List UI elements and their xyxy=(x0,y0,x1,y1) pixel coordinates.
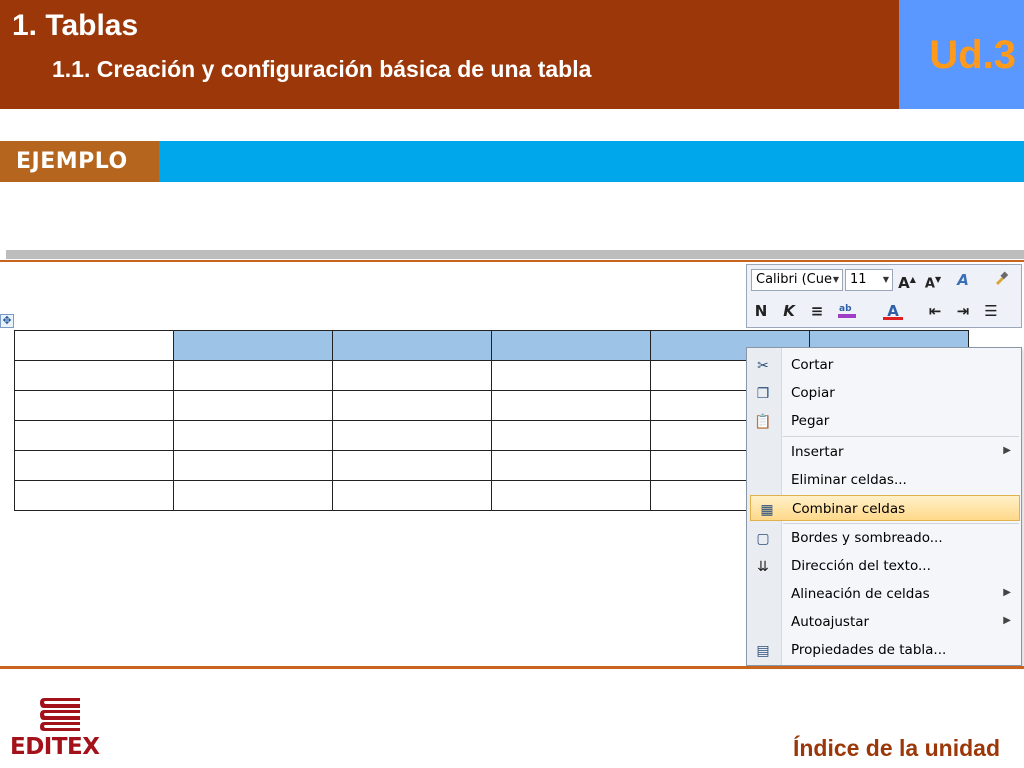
menu-item-combinar-celdas[interactable]: ▦ Combinar celdas xyxy=(750,495,1020,521)
header-bar: 1. Tablas 1.1. Creación y configuración … xyxy=(0,0,899,109)
menu-item-label: Bordes y sombreado... xyxy=(791,530,943,546)
table-cell-selected[interactable] xyxy=(332,330,492,361)
table-cell[interactable] xyxy=(332,480,492,511)
editex-logo-mark-icon xyxy=(40,698,80,731)
menu-item-label: Propiedades de tabla... xyxy=(791,642,947,658)
menu-item-eliminar-celdas[interactable]: Eliminar celdas... xyxy=(747,467,1021,493)
menu-item-bordes-sombreado[interactable]: ▢ Bordes y sombreado... xyxy=(747,525,1021,551)
logo-text: EDITEX xyxy=(10,734,100,760)
section-title: 1. Tablas xyxy=(12,9,139,42)
mini-toolbar: Calibri (Cue ▼ 11 ▼ A▲ A▼ A N K ≡ ab A ⇤… xyxy=(746,264,1022,328)
example-label: EJEMPLO xyxy=(0,141,159,182)
table-cell[interactable] xyxy=(173,420,333,451)
unit-badge: Ud.3 xyxy=(899,0,1024,109)
submenu-arrow-icon: ▶ xyxy=(1003,615,1011,626)
divider-bottom xyxy=(0,666,1024,669)
table-cell[interactable] xyxy=(173,480,333,511)
bullets-icon[interactable]: ☰ xyxy=(981,301,1001,321)
divider-top xyxy=(0,260,1024,262)
table-cell[interactable] xyxy=(332,360,492,391)
submenu-arrow-icon: ▶ xyxy=(1003,587,1011,598)
menu-item-pegar[interactable]: 📋 Pegar xyxy=(747,408,1021,434)
menu-item-label: Pegar xyxy=(791,413,830,429)
menu-item-label: Autoajustar xyxy=(791,614,870,630)
menu-item-direccion-texto[interactable]: ⇊ Dirección del texto... xyxy=(747,553,1021,579)
context-menu: ✂ Cortar ❐ Copiar 📋 Pegar Insertar ▶ Eli… xyxy=(746,347,1022,666)
menu-item-label: Dirección del texto... xyxy=(791,558,931,574)
table-cell-selected[interactable] xyxy=(491,330,651,361)
shrink-font-icon[interactable]: A▼ xyxy=(923,270,943,294)
font-name-value: Calibri (Cue xyxy=(756,272,832,287)
table-cell[interactable] xyxy=(491,360,651,391)
table-cell[interactable] xyxy=(173,390,333,421)
increase-indent-icon[interactable]: ⇥ xyxy=(953,301,973,321)
table-cell[interactable] xyxy=(491,390,651,421)
unit-label: Ud.3 xyxy=(929,33,1016,77)
menu-item-label: Eliminar celdas... xyxy=(791,472,907,488)
table-cell[interactable] xyxy=(14,360,174,391)
bold-icon[interactable]: N xyxy=(751,301,771,321)
font-color-icon[interactable]: A xyxy=(883,301,903,320)
menu-item-alineacion-celdas[interactable]: Alineación de celdas ▶ xyxy=(747,581,1021,607)
table-cell[interactable] xyxy=(14,450,174,481)
table-cell[interactable] xyxy=(332,420,492,451)
menu-item-label: Copiar xyxy=(791,385,835,401)
submenu-arrow-icon: ▶ xyxy=(1003,445,1011,456)
font-name-dropdown[interactable]: Calibri (Cue ▼ xyxy=(751,269,843,291)
highlight-icon[interactable]: ab xyxy=(837,301,857,324)
table-cell[interactable] xyxy=(173,450,333,481)
italic-icon[interactable]: K xyxy=(779,301,799,321)
menu-item-label: Combinar celdas xyxy=(792,501,906,517)
unit-index-link[interactable]: Índice de la unidad xyxy=(793,735,1000,762)
menu-item-propiedades-tabla[interactable]: ▤ Propiedades de tabla... xyxy=(747,637,1021,663)
borders-icon: ▢ xyxy=(756,530,770,546)
menu-separator xyxy=(783,436,1019,437)
menu-item-label: Cortar xyxy=(791,357,834,373)
table-cell[interactable] xyxy=(491,480,651,511)
table-move-handle-icon[interactable]: ✥ xyxy=(0,314,14,328)
font-size-value: 11 xyxy=(850,272,867,287)
menu-item-insertar[interactable]: Insertar ▶ xyxy=(747,439,1021,465)
menu-item-copiar[interactable]: ❐ Copiar xyxy=(747,380,1021,406)
grow-font-icon[interactable]: A▲ xyxy=(897,270,917,293)
table-cell[interactable] xyxy=(332,390,492,421)
chevron-down-icon: ▼ xyxy=(832,275,839,284)
ruler-strip xyxy=(6,250,1024,259)
decrease-indent-icon[interactable]: ⇤ xyxy=(925,301,945,321)
table-cell[interactable] xyxy=(14,390,174,421)
text-direction-icon: ⇊ xyxy=(757,558,769,574)
scissors-icon: ✂ xyxy=(757,357,769,373)
table-cell[interactable] xyxy=(14,420,174,451)
table-cell[interactable] xyxy=(14,330,174,361)
menu-item-autoajustar[interactable]: Autoajustar ▶ xyxy=(747,609,1021,635)
menu-separator xyxy=(783,523,1019,524)
table-cell[interactable] xyxy=(332,450,492,481)
table-cell[interactable] xyxy=(14,480,174,511)
table-cell[interactable] xyxy=(173,360,333,391)
menu-item-cortar[interactable]: ✂ Cortar xyxy=(747,352,1021,378)
font-size-dropdown[interactable]: 11 ▼ xyxy=(845,269,893,291)
menu-item-label: Alineación de celdas xyxy=(791,586,930,602)
center-align-icon[interactable]: ≡ xyxy=(807,301,827,321)
copy-icon: ❐ xyxy=(756,385,770,401)
table-cell[interactable] xyxy=(491,420,651,451)
merge-cells-icon: ▦ xyxy=(760,501,774,517)
table-cell[interactable] xyxy=(491,450,651,481)
styles-icon[interactable]: A xyxy=(953,270,973,290)
menu-item-label: Insertar xyxy=(791,444,844,460)
svg-text:ab: ab xyxy=(839,304,852,314)
example-banner: EJEMPLO xyxy=(0,141,1024,182)
editex-logo: EDITEX xyxy=(10,690,110,760)
table-cell-selected[interactable] xyxy=(173,330,333,361)
chevron-down-icon: ▼ xyxy=(882,275,889,284)
section-subtitle: 1.1. Creación y configuración básica de … xyxy=(52,56,592,82)
paste-icon: 📋 xyxy=(754,413,772,429)
format-painter-icon[interactable] xyxy=(991,270,1011,291)
table-properties-icon: ▤ xyxy=(756,642,770,658)
